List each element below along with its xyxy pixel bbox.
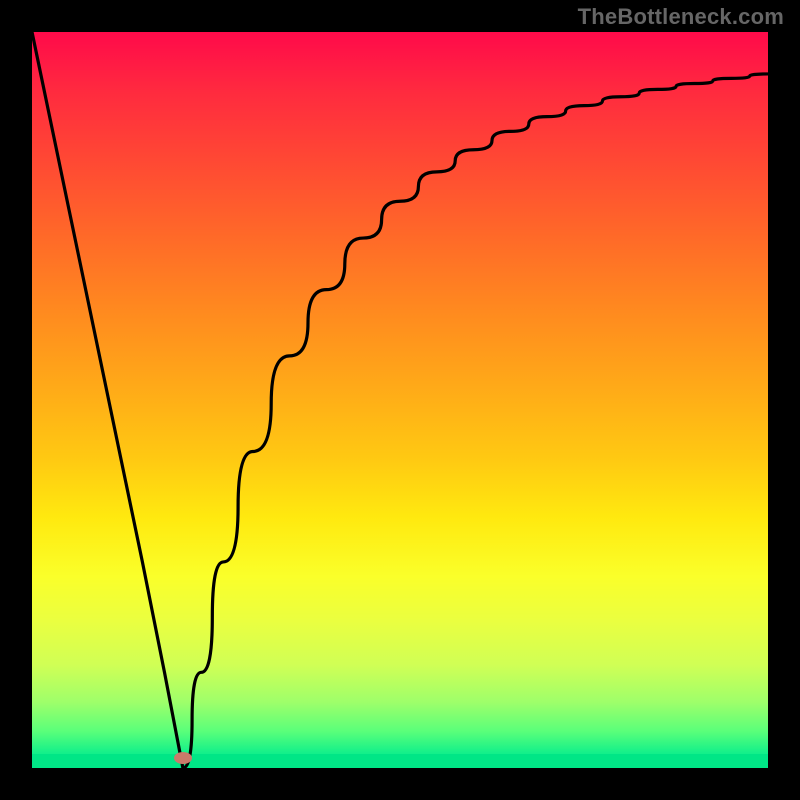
plot-area <box>32 32 768 768</box>
bottleneck-curve <box>32 32 768 768</box>
chart-frame: TheBottleneck.com <box>0 0 800 800</box>
watermark-text: TheBottleneck.com <box>578 4 784 30</box>
curve-path <box>32 32 768 768</box>
minimum-marker <box>174 752 192 764</box>
